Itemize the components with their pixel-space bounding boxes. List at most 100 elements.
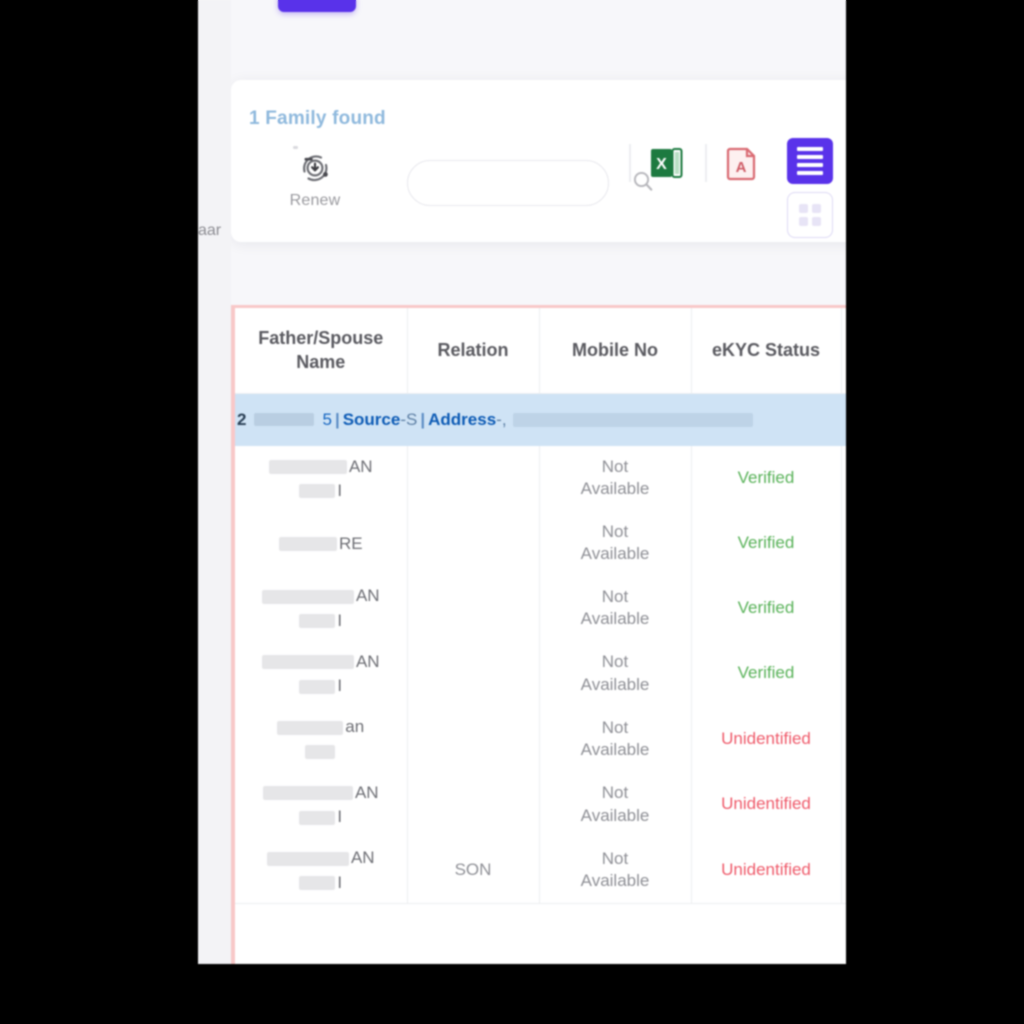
cell-father-spouse-name: AN I — [235, 640, 408, 707]
family-banner-row[interactable]: 25 | Source - S | Address - , — [235, 393, 846, 446]
family-source-label: Source — [342, 409, 401, 429]
cell-ekyc-status: Verified — [691, 445, 842, 512]
family-source-value: S — [406, 409, 418, 429]
cell-overflow — [841, 640, 846, 707]
cell-father-spouse-name: AN I — [235, 575, 408, 641]
table-row[interactable]: AN I Not Available Verified — [235, 640, 846, 707]
name-visible-tail: AN — [354, 782, 379, 802]
status-badge: Unidentified — [721, 859, 811, 879]
redacted-name-block — [299, 679, 336, 694]
column-header-ekyc-status[interactable]: eKYC Status — [691, 308, 842, 394]
table-row[interactable]: an Not Available Unidentified — [235, 706, 846, 772]
list-view-icon-bar — [797, 171, 823, 175]
name-line-2: I — [239, 806, 403, 827]
mobile-text-line: Available — [580, 479, 650, 499]
name-visible-tail-2: I — [337, 676, 343, 696]
export-pdf-button[interactable]: A — [723, 144, 761, 187]
family-address-redacted — [512, 412, 753, 427]
column-header-overflow — [841, 308, 846, 394]
cell-mobile-no: Not Available — [539, 771, 692, 838]
redacted-name-block — [299, 876, 336, 891]
list-view-icon-bar — [797, 163, 823, 167]
name-line-2: I — [239, 872, 403, 893]
redacted-name-block — [277, 720, 344, 735]
table-body: 25 | Source - S | Address - , AN I Not Avail… — [235, 393, 846, 904]
list-view-button[interactable] — [787, 138, 833, 184]
column-header-relation[interactable]: Relation — [407, 308, 540, 394]
name-visible-tail: RE — [338, 533, 363, 553]
cell-ekyc-status: Verified — [691, 511, 842, 576]
grid-view-button[interactable] — [787, 192, 833, 238]
sidebar-clipped-label: aar — [198, 222, 222, 239]
table-header-row: Father/Spouse Name Relation Mobile No eK… — [235, 308, 846, 394]
column-header-father-spouse-name[interactable]: Father/Spouse Name — [235, 308, 408, 394]
name-visible-tail: AN — [355, 651, 380, 671]
mobile-text-line: Not — [601, 717, 629, 737]
export-excel-button[interactable]: X — [648, 144, 686, 187]
name-visible-tail: AN — [348, 456, 373, 476]
table-row[interactable]: AN I Not Available Verified — [235, 575, 846, 641]
app-viewport: aar 1 Family found Renew X A Father/Spou… — [198, 0, 846, 964]
name-visible-tail: AN — [355, 586, 380, 606]
name-line-2 — [239, 741, 403, 762]
cell-overflow — [841, 706, 846, 772]
name-visible-tail: AN — [350, 848, 375, 868]
renew-label: Renew — [289, 192, 341, 209]
family-members-table: Father/Spouse Name Relation Mobile No eK… — [235, 308, 846, 904]
status-badge: Verified — [737, 663, 795, 683]
name-line-1: RE — [239, 533, 403, 554]
table-row[interactable]: AN I Not Available Unidentified — [235, 771, 846, 838]
family-name-fragment: 5 — [322, 409, 332, 429]
column-header-mobile-no[interactable]: Mobile No — [539, 308, 692, 394]
cell-relation: SON — [407, 837, 540, 904]
family-found-count: 1 Family found — [249, 108, 386, 129]
name-line-2: I — [239, 675, 403, 696]
results-card: 1 Family found Renew X A — [231, 80, 846, 242]
mobile-text-line: Not — [601, 522, 629, 542]
family-banner-cell: 25 | Source - S | Address - , — [235, 393, 846, 446]
cell-overflow — [841, 511, 846, 576]
cell-relation — [407, 575, 540, 641]
cell-ekyc-status: Verified — [691, 575, 842, 641]
mobile-text-line: Available — [580, 740, 650, 760]
svg-text:X: X — [656, 156, 667, 173]
cell-father-spouse-name: AN I — [235, 771, 408, 838]
search-box[interactable] — [407, 160, 653, 206]
cell-overflow — [841, 771, 846, 838]
redacted-name-block — [299, 484, 336, 499]
name-line-1: AN — [239, 651, 403, 672]
redacted-name-block — [304, 745, 335, 760]
toolbar-divider-1 — [629, 144, 631, 182]
grid-view-icon-cell — [799, 217, 808, 226]
mobile-text-line: Available — [580, 609, 650, 629]
name-line-1: AN — [239, 847, 403, 868]
cell-ekyc-status: Unidentified — [691, 706, 842, 772]
cell-overflow — [841, 837, 846, 904]
purple-tab-stub[interactable] — [278, 0, 356, 12]
renew-button[interactable]: Renew — [273, 148, 357, 210]
excel-export-icon: X — [648, 148, 686, 186]
cell-father-spouse-name: RE — [235, 511, 408, 576]
table-row[interactable]: AN I Not Available Verified — [235, 445, 846, 512]
cell-overflow — [841, 445, 846, 512]
left-sidebar-sliver: aar — [198, 0, 231, 964]
table-row[interactable]: AN I SON Not Available Unidentified — [235, 837, 846, 904]
name-visible-tail-2: I — [337, 807, 343, 827]
cell-mobile-no: Not Available — [539, 640, 692, 707]
status-badge: Unidentified — [721, 794, 811, 814]
screenshot-stage: aar 1 Family found Renew X A Father/Spou… — [0, 0, 1024, 1024]
svg-text:A: A — [736, 159, 747, 176]
family-address-value: , — [501, 409, 507, 429]
mobile-text-line: Available — [580, 871, 650, 891]
table-row[interactable]: RE Not Available Verified — [235, 511, 846, 576]
cell-ekyc-status: Unidentified — [691, 771, 842, 838]
search-input[interactable] — [408, 174, 631, 192]
status-badge: Verified — [737, 468, 795, 488]
renew-download-icon — [295, 148, 335, 188]
cell-mobile-no: Not Available — [539, 445, 692, 512]
pdf-export-icon: A — [723, 147, 761, 186]
redacted-name-block — [261, 589, 354, 604]
name-visible-tail-2: I — [337, 610, 343, 630]
status-badge: Unidentified — [721, 728, 811, 748]
status-badge: Verified — [737, 533, 795, 553]
